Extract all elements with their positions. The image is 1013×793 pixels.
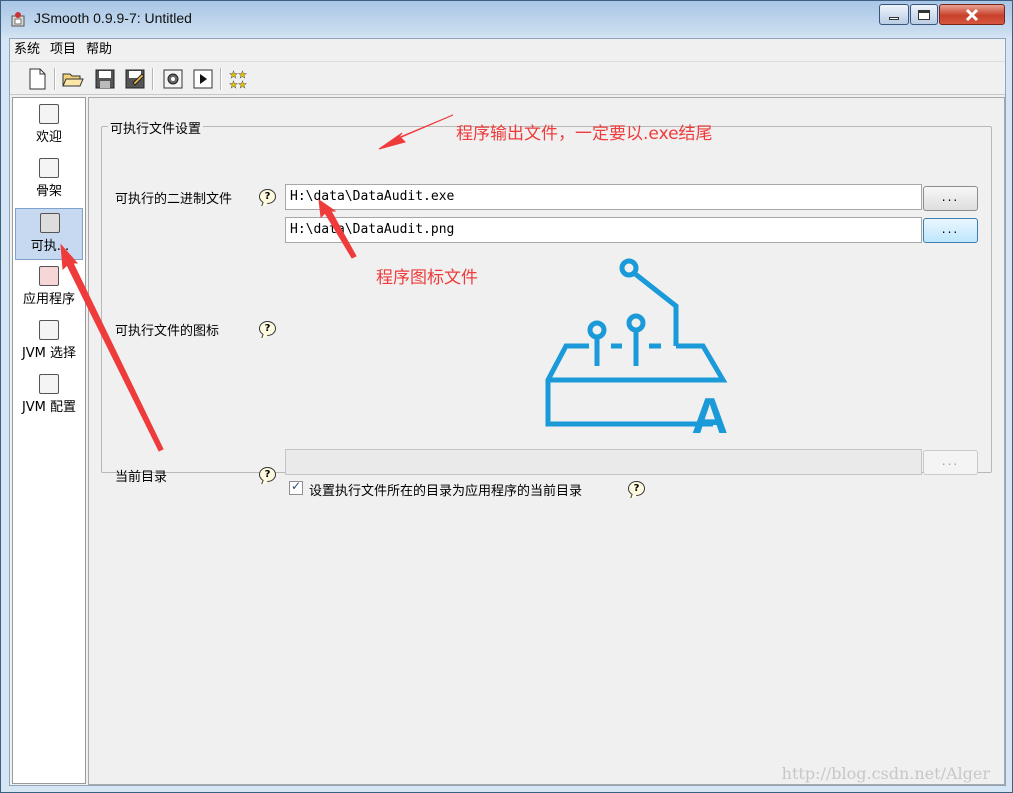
toolbar-separator (220, 68, 222, 90)
menu-help[interactable]: 帮助 (81, 40, 117, 60)
sidebar-item-label: JVM 配置 (21, 400, 77, 415)
use-exe-dir-checkbox[interactable] (289, 479, 303, 495)
open-button[interactable] (61, 67, 85, 91)
new-icon (29, 68, 46, 90)
stars-icon: ★★★★ (229, 70, 247, 89)
menu-system[interactable]: 系统 (10, 40, 45, 60)
curdir-input[interactable] (285, 449, 922, 475)
run-icon (193, 69, 213, 89)
binary-label: 可执行的二进制文件 (115, 192, 233, 207)
close-icon (965, 8, 979, 21)
svg-text:★★: ★★ (229, 80, 247, 89)
sidebar-item-executable[interactable]: 可执. . (15, 208, 83, 260)
binary-browse-button[interactable]: ... (923, 186, 978, 211)
curdir-label: 当前目录 (115, 470, 168, 485)
save-button[interactable] (93, 67, 117, 91)
checkbox-help-icon[interactable]: ? (628, 481, 645, 496)
icon-browse-button[interactable]: ... (923, 218, 978, 243)
maximize-button[interactable] (910, 4, 938, 25)
section-sidebar: 欢迎 骨架 可执. . 应用程序 JVM 选择 JVM 配置 (12, 97, 86, 784)
sidebar-item-label: 可执. . (30, 239, 70, 254)
sidebar-item-label: 骨架 (35, 184, 62, 199)
sidebar-item-jvm-config[interactable]: JVM 配置 (15, 370, 83, 422)
executable-gear-icon (40, 213, 60, 233)
menu-bar: 系统 项目 帮助 (10, 39, 1005, 61)
icon-help-icon[interactable]: ? (259, 321, 276, 336)
curdir-browse-button[interactable]: ... (923, 450, 978, 475)
icon-preview-image: A (545, 258, 729, 433)
new-project-button[interactable] (25, 67, 49, 91)
curdir-help-icon[interactable]: ? (259, 467, 276, 482)
use-exe-dir-label[interactable]: 设置执行文件所在的目录为应用程序的当前目录 (309, 480, 582, 499)
close-button[interactable] (939, 4, 1005, 25)
executable-settings-panel: 可执行文件设置 可执行的二进制文件 ? H:\data\DataAudit.ex… (88, 97, 1005, 785)
toolbar-separator (152, 68, 154, 90)
run-button[interactable] (191, 67, 215, 91)
sidebar-item-jvm-select[interactable]: JVM 选择 (15, 316, 83, 368)
save-as-icon (125, 69, 145, 89)
sidebar-item-application[interactable]: 应用程序 (15, 262, 83, 314)
wizard-button[interactable]: ★★ ★★ (228, 67, 252, 91)
app-window: JSmooth 0.9.9-7: Untitled 系统 项目 帮助 ★★ ★★… (0, 0, 1013, 793)
menu-project[interactable]: 项目 (45, 40, 81, 60)
compile-button[interactable] (161, 67, 185, 91)
minimize-icon (889, 17, 899, 20)
skeleton-icon (39, 158, 59, 178)
jvm-config-icon (39, 374, 59, 394)
maximize-icon (918, 9, 930, 20)
welcome-icon (39, 104, 59, 124)
window-title: JSmooth 0.9.9-7: Untitled (34, 10, 192, 26)
open-folder-icon (62, 73, 84, 87)
magnifier-icon (39, 320, 59, 340)
jsmooth-app-icon (10, 10, 28, 28)
save-icon (95, 69, 115, 89)
toolbar-separator (54, 68, 56, 90)
binary-help-icon[interactable]: ? (259, 189, 276, 204)
preview-letter: A (691, 388, 729, 433)
sidebar-item-label: 欢迎 (35, 130, 62, 145)
minimize-button[interactable] (879, 4, 909, 25)
sidebar-item-label: JVM 选择 (21, 346, 77, 361)
application-icon (39, 266, 59, 286)
watermark: http://blog.csdn.net/Alger (781, 764, 990, 783)
compile-gear-icon (163, 69, 183, 89)
sidebar-item-skeleton[interactable]: 骨架 (15, 154, 83, 206)
sidebar-item-label: 应用程序 (22, 292, 75, 307)
binary-path-input[interactable]: H:\data\DataAudit.exe (285, 184, 922, 210)
client-area: 系统 项目 帮助 ★★ ★★ 欢迎 骨架 可执. . 应用程序 JVM 选择 J… (9, 38, 1006, 786)
sidebar-item-welcome[interactable]: 欢迎 (15, 100, 83, 152)
title-bar[interactable]: JSmooth 0.9.9-7: Untitled (1, 1, 1012, 37)
group-title: 可执行文件设置 (108, 118, 204, 137)
icon-annotation: 程序图标文件 (376, 268, 478, 288)
save-as-button[interactable] (123, 67, 147, 91)
toolbar: ★★ ★★ (10, 61, 1005, 95)
icon-label: 可执行文件的图标 (115, 324, 220, 339)
icon-path-input[interactable]: H:\data\DataAudit.png (285, 217, 922, 243)
exe-annotation: 程序输出文件，一定要以.exe结尾 (456, 124, 713, 144)
